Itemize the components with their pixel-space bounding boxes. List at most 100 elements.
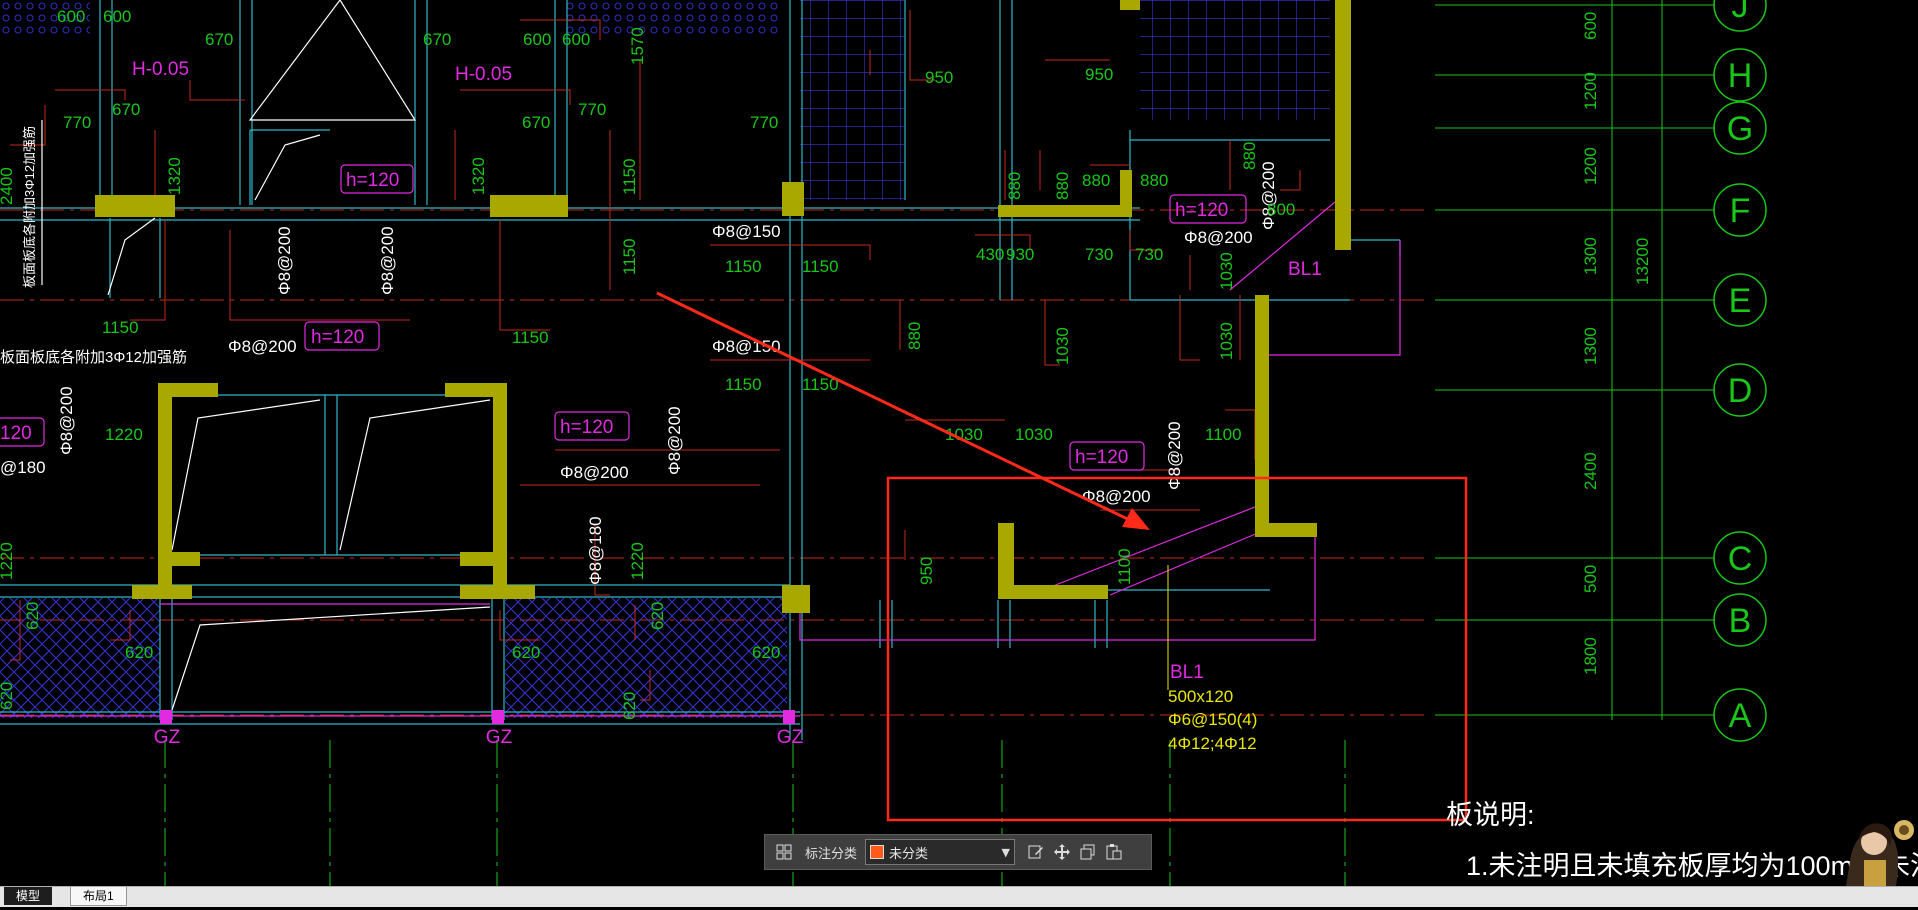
axis-lines bbox=[1435, 0, 1715, 720]
dim-880e: 880 bbox=[1240, 142, 1259, 170]
category-select[interactable]: 未分类 ▼ bbox=[865, 839, 1016, 865]
axis-dim-1300a: 1300 bbox=[1581, 237, 1600, 275]
axis-label-b: B bbox=[1729, 602, 1752, 640]
dim-880f: 880 bbox=[905, 322, 924, 350]
dim-620g: 620 bbox=[620, 692, 639, 720]
beam-stirrup: Φ6@150(4) bbox=[1168, 710, 1257, 729]
dim-880b: 880 bbox=[1140, 171, 1168, 190]
tab-layout1[interactable]: 布局1 bbox=[70, 887, 127, 906]
paste-icon[interactable] bbox=[1101, 839, 1127, 865]
axis-label-a: A bbox=[1729, 697, 1752, 735]
axis-dim-1300b: 1300 bbox=[1581, 327, 1600, 365]
category-select-value: 未分类 bbox=[889, 845, 929, 861]
grid-hatch-topright bbox=[1140, 0, 1330, 120]
dim-770b: 770 bbox=[578, 100, 606, 119]
dim-670d: 670 bbox=[522, 113, 550, 132]
dim-600d: 600 bbox=[562, 30, 590, 49]
dim-1570: 1570 bbox=[628, 27, 647, 65]
dim-1100v: 1100 bbox=[1115, 548, 1134, 585]
dim-1220c: 1220 bbox=[0, 542, 16, 580]
dim-1150e: 1150 bbox=[725, 375, 762, 394]
dots-area-top bbox=[565, 0, 780, 38]
dim-600a: 600 bbox=[57, 7, 85, 26]
dim-1220a: 1220 bbox=[105, 425, 143, 444]
move-icon[interactable] bbox=[1049, 839, 1075, 865]
slab-h120-1: h=120 bbox=[346, 170, 399, 191]
slab-h120-3: h=120 bbox=[560, 417, 613, 438]
dim-1030d: 1030 bbox=[1217, 252, 1236, 290]
dim-1150a: 1150 bbox=[102, 318, 139, 337]
axis-dim-total: 13200 bbox=[1633, 238, 1652, 285]
slab-h120-5: h=120 bbox=[1175, 200, 1228, 221]
rebar-label-2: Φ8@200 bbox=[228, 337, 297, 356]
toolbar-label: 标注分类 bbox=[805, 845, 858, 861]
beam-bars: 4Φ12;4Φ12 bbox=[1168, 734, 1257, 753]
grid-hatch-top bbox=[800, 0, 904, 200]
axis-label-e: E bbox=[1729, 282, 1752, 320]
highlight-box[interactable] bbox=[886, 476, 1468, 822]
axis-label-c: C bbox=[1728, 540, 1753, 578]
dim-800: 800 bbox=[1267, 200, 1295, 219]
elevation-mid: H-0.05 bbox=[455, 64, 512, 85]
annotation-toolbar: 标注分类 未分类 ▼ bbox=[764, 834, 1152, 870]
tab-model[interactable]: 模型 bbox=[4, 887, 53, 905]
dim-930: 930 bbox=[1006, 245, 1034, 264]
dim-670a: 670 bbox=[205, 30, 233, 49]
rebar-label-1: Φ8@150 bbox=[712, 222, 781, 241]
axis-dim-600: 600 bbox=[1581, 12, 1600, 40]
rebar-label-11: @180 bbox=[0, 458, 46, 477]
axis-label-j: J bbox=[1732, 0, 1749, 25]
dim-1030c: 1030 bbox=[1053, 327, 1072, 365]
dim-1030b: 1030 bbox=[1015, 425, 1053, 444]
cad-canvas[interactable]: J H G F E D C B A 600 1200 1200 1300 130… bbox=[0, 0, 1918, 906]
layout-tabbar: 模型 布局1 bbox=[0, 886, 1918, 907]
rebar-label-v6: Φ8@200 bbox=[1165, 421, 1184, 490]
axis-label-g: G bbox=[1727, 110, 1753, 148]
dim-620c: 620 bbox=[752, 643, 780, 662]
dim-670c: 670 bbox=[112, 100, 140, 119]
annotation-arrow[interactable] bbox=[656, 291, 1150, 530]
dim-950a: 950 bbox=[925, 68, 953, 87]
dim-880c: 880 bbox=[1005, 172, 1024, 200]
gz-tag-1: GZ bbox=[154, 727, 181, 748]
grid-icon[interactable] bbox=[771, 839, 797, 865]
chevron-down-icon: ▼ bbox=[1001, 845, 1011, 859]
slab-h120-2: h=120 bbox=[311, 327, 364, 348]
slab-h120-4: h=120 bbox=[1075, 447, 1128, 468]
axis-label-f: F bbox=[1730, 192, 1751, 230]
rebar-label-v3: Φ8@200 bbox=[57, 386, 76, 455]
dim-1320b: 1320 bbox=[469, 157, 488, 195]
dim-950b: 950 bbox=[1085, 65, 1113, 84]
dim-730a: 730 bbox=[1085, 245, 1113, 264]
rebar-label-3: Φ8@200 bbox=[560, 463, 629, 482]
dim-430: 430 bbox=[976, 245, 1004, 264]
axis-dim-1200a: 1200 bbox=[1581, 72, 1600, 110]
rebar-label-v1: Φ8@200 bbox=[275, 226, 294, 295]
vertical-axis-lines bbox=[164, 740, 1346, 886]
axis-dim-500: 500 bbox=[1581, 565, 1600, 593]
notes-title: 板说明: bbox=[1446, 800, 1535, 830]
copy-icon[interactable] bbox=[1075, 839, 1101, 865]
dim-620d: 620 bbox=[23, 602, 42, 630]
left-note-vertical: 板面板底各附加3Φ12加强筋 bbox=[22, 126, 37, 288]
gz-tag-2: GZ bbox=[486, 727, 513, 748]
dim-1150d: 1150 bbox=[802, 257, 839, 276]
left-note-horizontal: 板面板底各附加3Φ12加强筋 bbox=[0, 348, 187, 366]
axis-dim-2400: 2400 bbox=[1581, 452, 1600, 490]
dim-620f: 620 bbox=[648, 602, 667, 630]
dim-620e: 620 bbox=[0, 682, 16, 710]
dim-1100a: 1100 bbox=[1205, 425, 1242, 444]
edit-icon[interactable] bbox=[1023, 839, 1049, 865]
elevation-left: H-0.05 bbox=[132, 59, 189, 80]
dim-600c: 600 bbox=[523, 30, 551, 49]
dim-730b: 730 bbox=[1135, 245, 1163, 264]
dim-2400-left: 2400 bbox=[0, 167, 16, 205]
rebar-label-v4: Φ8@200 bbox=[665, 406, 684, 475]
category-swatch bbox=[870, 845, 885, 859]
dim-1150b: 1150 bbox=[512, 328, 549, 347]
dim-1220b: 1220 bbox=[628, 542, 647, 580]
dim-950c: 950 bbox=[917, 557, 936, 585]
beam-name: BL1 bbox=[1170, 662, 1204, 683]
rebar-label-9: Φ8@200 bbox=[1184, 228, 1253, 247]
dim-620a: 620 bbox=[125, 643, 153, 662]
